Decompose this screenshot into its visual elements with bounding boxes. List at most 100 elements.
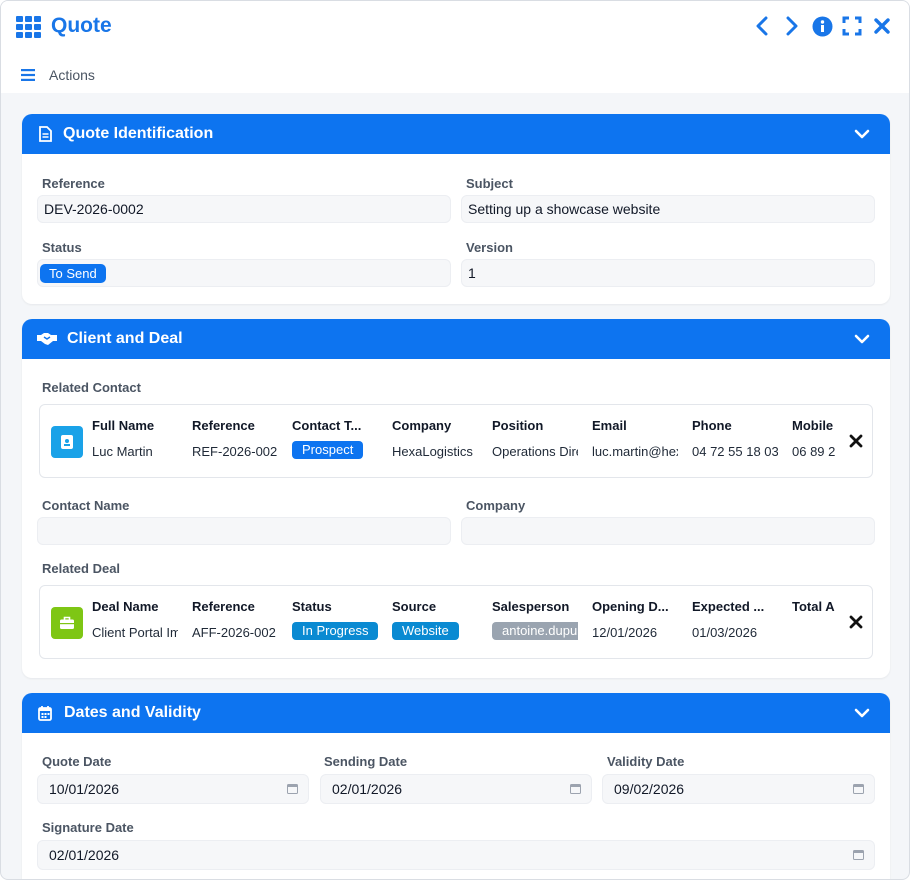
section-header-dates[interactable]: Dates and Validity bbox=[22, 693, 890, 733]
contact-col-phone: Phone 04 72 55 18 03 bbox=[692, 418, 778, 462]
column-header: Total A bbox=[792, 599, 835, 614]
chevron-down-icon[interactable] bbox=[854, 705, 870, 721]
deal-col-salesperson: Salesperson antoine.dupuis bbox=[492, 599, 578, 640]
contact-col-mobile: Mobile 06 89 2 bbox=[792, 418, 838, 462]
column-header: Deal Name bbox=[92, 599, 159, 614]
cell-value: 06 89 2 bbox=[792, 444, 836, 459]
sending-date-label: Sending Date bbox=[324, 754, 408, 769]
cell-value: 01/03/2026 bbox=[692, 625, 758, 640]
contact-name-field[interactable] bbox=[37, 517, 451, 545]
version-label: Version bbox=[466, 240, 513, 255]
cell-value: Operations Director bbox=[492, 444, 578, 459]
cell-value: HexaLogistics bbox=[392, 444, 473, 459]
contact-name-label: Contact Name bbox=[42, 498, 130, 513]
cell-value: luc.martin@hexalogistics.com bbox=[592, 444, 678, 459]
related-contact-card[interactable]: Full Name Luc Martin Reference REF-2026-00… bbox=[39, 404, 873, 478]
cell-value: 04 72 55 18 03 bbox=[692, 444, 778, 459]
status-field[interactable]: To Send bbox=[37, 259, 451, 287]
briefcase-icon bbox=[51, 607, 83, 639]
document-icon bbox=[36, 125, 54, 143]
related-contact-label: Related Contact bbox=[42, 380, 141, 395]
related-deal-card[interactable]: Deal Name Client Portal Implementation Re… bbox=[39, 585, 873, 659]
actions-menu-label[interactable]: Actions bbox=[49, 67, 95, 83]
signature-date-field[interactable]: 02/01/2026 bbox=[37, 840, 875, 870]
contact-col-position: Position Operations Director bbox=[492, 418, 578, 462]
expand-icon[interactable] bbox=[841, 14, 863, 38]
contact-col-fullname: Full Name Luc Martin bbox=[92, 418, 180, 462]
contact-col-company: Company HexaLogistics bbox=[392, 418, 480, 462]
column-header: Opening D... bbox=[592, 599, 669, 614]
column-header: Contact T... bbox=[292, 418, 362, 433]
close-icon[interactable] bbox=[871, 14, 893, 38]
client-and-deal-section: Client and Deal Related Contact Full Nam… bbox=[22, 319, 890, 678]
reference-field[interactable]: DEV-2026-0002 bbox=[37, 195, 451, 223]
remove-contact-icon[interactable] bbox=[849, 434, 863, 448]
dates-and-validity-section: Dates and Validity Quote Date 10/01/2026… bbox=[22, 693, 890, 879]
column-header: Source bbox=[392, 599, 437, 614]
cell-value bbox=[792, 625, 838, 643]
subject-value: Setting up a showcase website bbox=[468, 201, 661, 217]
subject-label: Subject bbox=[466, 176, 513, 191]
contact-type-badge: Prospect bbox=[292, 441, 364, 459]
version-value: 1 bbox=[468, 265, 476, 281]
calendar-icon bbox=[36, 704, 54, 722]
signature-date-label: Signature Date bbox=[42, 820, 134, 835]
hamburger-icon[interactable] bbox=[21, 69, 35, 81]
title-bar: Quote Actions bbox=[1, 1, 909, 93]
quote-date-field[interactable]: 10/01/2026 bbox=[37, 774, 309, 804]
id-card-icon bbox=[51, 426, 83, 458]
column-header: Status bbox=[292, 599, 332, 614]
calendar-icon[interactable] bbox=[570, 783, 581, 794]
version-field[interactable]: 1 bbox=[461, 259, 875, 287]
status-label: Status bbox=[42, 240, 82, 255]
validity-date-field[interactable]: 09/02/2026 bbox=[602, 774, 875, 804]
calendar-icon[interactable] bbox=[287, 783, 298, 794]
column-header: Full Name bbox=[92, 418, 155, 433]
column-header: Phone bbox=[692, 418, 732, 433]
section-header-identification[interactable]: Quote Identification bbox=[22, 114, 890, 154]
section-title: Quote Identification bbox=[63, 125, 214, 142]
deal-status-badge: In Progress bbox=[292, 622, 379, 640]
reference-value: DEV-2026-0002 bbox=[44, 201, 144, 217]
deal-col-opening-date: Opening D... 12/01/2026 bbox=[592, 599, 680, 643]
deal-col-name: Deal Name Client Portal Implementation bbox=[92, 599, 178, 643]
window-controls bbox=[751, 14, 893, 38]
column-header: Mobile bbox=[792, 418, 834, 433]
company-field[interactable] bbox=[461, 517, 875, 545]
quote-identification-section: Quote Identification Reference DEV-2026-… bbox=[22, 114, 890, 304]
sending-date-field[interactable]: 02/01/2026 bbox=[320, 774, 592, 804]
deal-col-status: Status In Progress bbox=[292, 599, 380, 640]
chevron-left-icon[interactable] bbox=[751, 14, 773, 38]
contact-col-type: Contact T... Prospect bbox=[292, 418, 380, 459]
section-header-client[interactable]: Client and Deal bbox=[22, 319, 890, 359]
reference-label: Reference bbox=[42, 176, 105, 191]
chevron-down-icon[interactable] bbox=[854, 331, 870, 347]
contact-col-email: Email luc.martin@hexalogistics.com bbox=[592, 418, 678, 462]
cell-value: AFF-2026-002 bbox=[192, 625, 276, 640]
signature-date-value: 02/01/2026 bbox=[49, 847, 120, 863]
remove-deal-icon[interactable] bbox=[849, 615, 863, 629]
info-icon[interactable] bbox=[811, 14, 833, 38]
column-header: Position bbox=[492, 418, 544, 433]
column-header: Email bbox=[592, 418, 627, 433]
company-label: Company bbox=[466, 498, 526, 513]
validity-date-value: 09/02/2026 bbox=[614, 781, 685, 797]
quote-date-label: Quote Date bbox=[42, 754, 112, 769]
cell-value: REF-2026-002 bbox=[192, 444, 277, 459]
status-badge: To Send bbox=[40, 263, 106, 283]
deal-col-source: Source Website bbox=[392, 599, 480, 640]
grid-icon[interactable] bbox=[16, 16, 42, 38]
chevron-right-icon[interactable] bbox=[781, 14, 803, 38]
salesperson-badge: antoine.dupuis bbox=[492, 622, 578, 640]
quote-date-value: 10/01/2026 bbox=[49, 781, 120, 797]
chevron-down-icon[interactable] bbox=[854, 126, 870, 142]
calendar-icon[interactable] bbox=[853, 783, 864, 794]
contact-col-reference: Reference REF-2026-002 bbox=[192, 418, 277, 462]
handshake-icon bbox=[36, 330, 58, 348]
section-title: Dates and Validity bbox=[64, 704, 201, 721]
deal-source-badge: Website bbox=[392, 622, 459, 640]
actions-bar[interactable]: Actions bbox=[21, 65, 95, 85]
subject-field[interactable]: Setting up a showcase website bbox=[461, 195, 875, 223]
deal-col-total: Total A bbox=[792, 599, 838, 643]
calendar-icon[interactable] bbox=[853, 849, 864, 860]
